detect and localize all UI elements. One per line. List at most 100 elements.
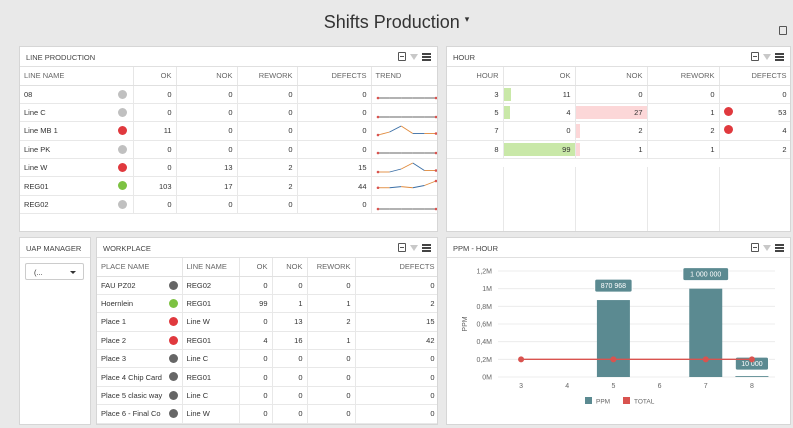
column-header[interactable]: OK (239, 258, 273, 277)
trend-segment (412, 162, 425, 171)
column-header[interactable]: LINE NAME (20, 67, 134, 86)
table-row[interactable]: Place 4 Chip Card REG01 0 0 0 0 (97, 367, 437, 387)
export-icon[interactable] (398, 52, 406, 61)
defects-value: 0 (782, 89, 787, 99)
column-header[interactable]: HOUR (447, 67, 504, 86)
nok-cell: 1 (272, 294, 308, 314)
table-row[interactable]: Place 2 REG01 4 16 1 42 (97, 331, 437, 351)
line-name-cell: Line W (182, 404, 240, 424)
page-title: Shifts Production ▾ (323, 12, 470, 32)
table-row[interactable]: 08 0 0 0 0 (20, 85, 437, 104)
rework-cell: 0 (237, 195, 298, 215)
line-name: Line MB 1 (24, 126, 58, 136)
columns-icon[interactable] (775, 243, 784, 252)
columns-icon[interactable] (422, 243, 431, 252)
trend-cell (371, 85, 437, 104)
panel-title: UAP MANAGER (26, 244, 82, 253)
defects-cell: 0 (297, 103, 372, 123)
export-icon[interactable] (751, 243, 759, 252)
status-dot (117, 163, 127, 173)
filter-icon[interactable] (410, 245, 418, 251)
table-row[interactable]: FAU PZ02 REG02 0 0 0 0 (97, 276, 437, 295)
table-row[interactable]: Place 5 clasic way Line C0000 (97, 386, 437, 406)
table-row[interactable]: Line MB 1 11 0 0 0 (20, 121, 437, 141)
export-icon[interactable] (398, 243, 406, 252)
column-header[interactable]: DEFECTS (355, 258, 437, 277)
table-row[interactable]: Place 3 Line C0000 (97, 349, 437, 369)
y-tick-label: 0M (482, 375, 492, 382)
status-dot (168, 280, 178, 290)
trend-point (434, 168, 437, 172)
column-header[interactable]: DEFECTS (719, 67, 790, 86)
ppm-chart: 0M 0,2M 0,4M 0,6M 0,8M 1M 1,2M PPM 3 4 5 6 7 8 870 968… (462, 267, 775, 406)
rework-cell: 0 (237, 140, 298, 160)
line-name-cell: Line C (20, 103, 134, 123)
place-name-cell: Place 1 (97, 312, 183, 332)
column-header[interactable]: NOK (575, 67, 648, 86)
x-tick-label: 4 (565, 383, 569, 390)
table-row[interactable]: REG01 103 17 2 44 (20, 176, 437, 196)
column-header[interactable]: LINE NAME (182, 258, 240, 277)
column-header[interactable]: REWORK (307, 258, 356, 277)
table-row[interactable]: Line PK 0 0 0 0 (20, 140, 437, 160)
place-name-cell: Place 6 - Final Co (97, 404, 183, 424)
defects-alert-dot (723, 106, 733, 116)
rework-cell: 0 (307, 367, 356, 387)
export-icon[interactable] (751, 52, 759, 61)
defects-cell: 0 (297, 121, 372, 141)
table-row[interactable]: 8 99 1 1 2 (447, 140, 790, 160)
panel-header: UAP MANAGER (20, 238, 90, 258)
place-name: Place 2 (101, 335, 127, 345)
trend-point (376, 170, 379, 174)
uap-manager-dropdown[interactable]: (... (25, 263, 84, 280)
line-name-cell: REG02 (182, 276, 240, 295)
column-divider (647, 167, 648, 231)
column-header[interactable]: OK (503, 67, 576, 86)
line-production-table: LINE NAME OK NOK REWORK DEFECTS TREND 08 0 0 0 0 L… (20, 67, 437, 215)
column-header[interactable]: DEFECTS (297, 67, 372, 86)
column-header[interactable]: PLACE NAME (97, 258, 183, 277)
uap-manager-panel: UAP MANAGER (... (19, 237, 91, 425)
ok-cell: 4 (239, 331, 273, 351)
column-header[interactable]: OK (133, 67, 177, 86)
table-row[interactable]: Hoernlein REG01 99 1 1 2 (97, 294, 437, 314)
ok-cell: 0 (133, 158, 177, 178)
total-point (748, 356, 755, 363)
table-row[interactable]: 3 11 0 0 0 (447, 85, 790, 104)
line-name-cell: Line PK (20, 140, 134, 160)
table-row[interactable]: Place 6 - Final Co Line W0000 (97, 404, 437, 424)
table-row[interactable]: Place 1 Line W 0 13 2 15 (97, 312, 437, 332)
nok-cell: 17 (176, 176, 238, 196)
nok-value: 27 (634, 108, 643, 118)
line-production-panel: LINE PRODUCTION LINE NAME OK NOK REWORK DEFE… (19, 46, 438, 232)
filter-icon[interactable] (763, 245, 771, 251)
nok-cell: 0 (272, 404, 308, 424)
trend-point (434, 115, 437, 118)
title-caret-icon[interactable]: ▾ (465, 14, 470, 24)
column-header[interactable]: REWORK (237, 67, 298, 86)
columns-icon[interactable] (422, 52, 431, 61)
table-row[interactable]: Line W 0 13 2 15 (20, 158, 437, 178)
ok-cell: 4 (503, 103, 576, 123)
trend-segment (400, 162, 413, 170)
export-icon[interactable] (779, 26, 787, 35)
trend-point (376, 186, 379, 190)
y-tick-label: 0,4M (476, 339, 492, 346)
columns-icon[interactable] (775, 52, 784, 61)
column-header[interactable]: NOK (272, 258, 308, 277)
y-tick-label: 1M (482, 286, 492, 293)
filter-icon[interactable] (410, 54, 418, 60)
table-row[interactable]: 7 0 22 4 (447, 121, 790, 141)
defects-alert-dot (723, 125, 733, 135)
rework-cell: 1 (307, 294, 356, 314)
table-row[interactable]: 5 4 27 1 53 (447, 103, 790, 123)
column-header[interactable]: NOK (176, 67, 238, 86)
status-dot (168, 409, 178, 419)
table-row[interactable]: REG02 0 0 0 0 (20, 195, 437, 215)
line-name: Line PK (24, 144, 51, 154)
filter-icon[interactable] (763, 54, 771, 60)
table-row[interactable]: Line C0000 (20, 103, 437, 123)
column-header[interactable]: TREND (371, 67, 437, 86)
status-dot (168, 298, 178, 308)
column-header[interactable]: REWORK (647, 67, 720, 86)
